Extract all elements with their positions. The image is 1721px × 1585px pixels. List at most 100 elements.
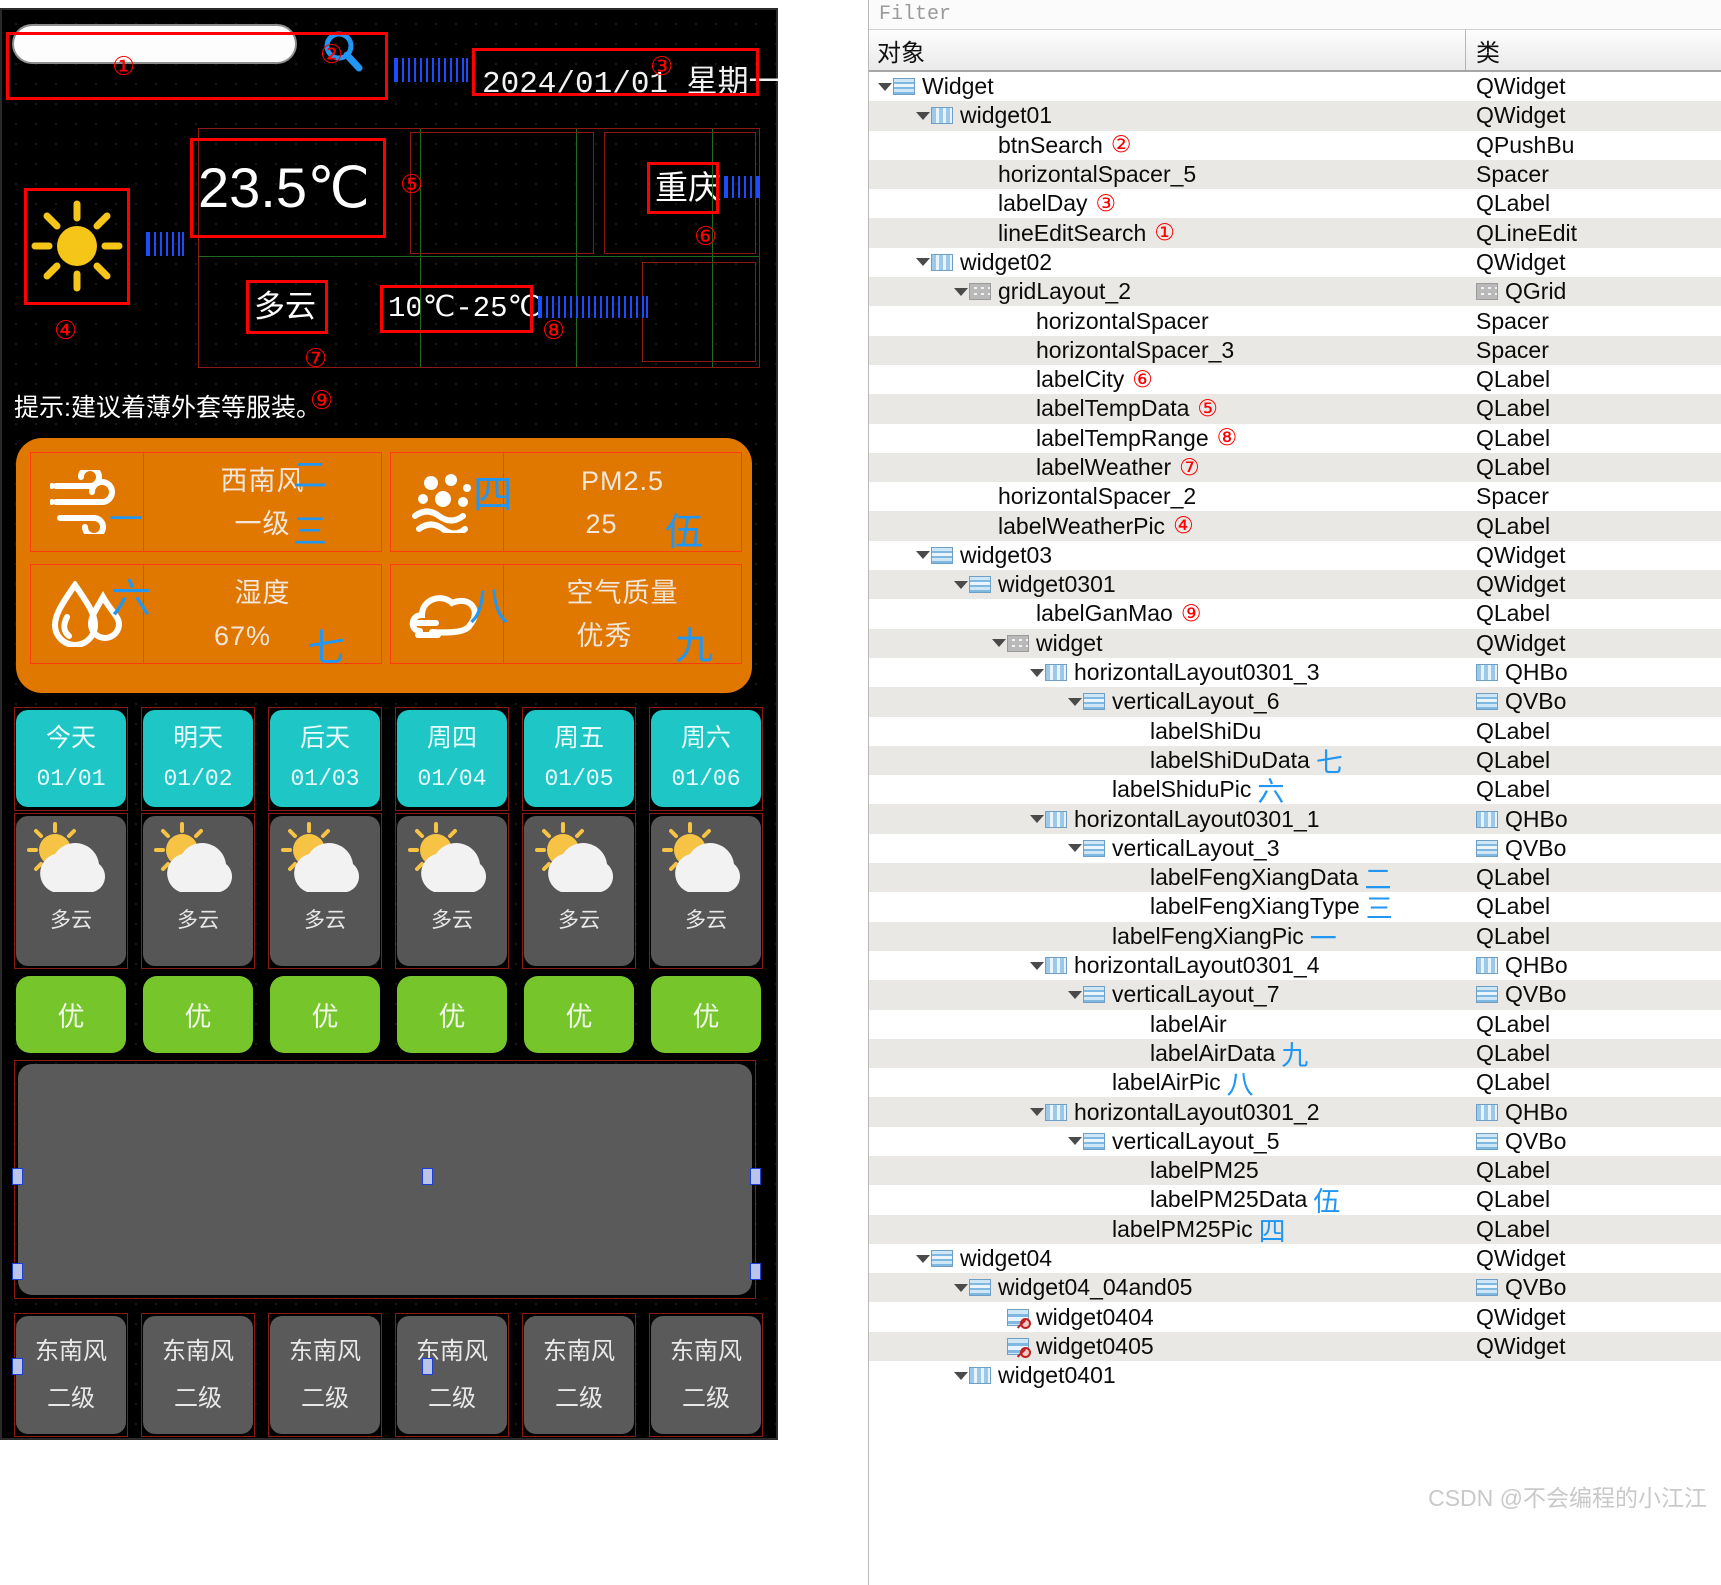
- object-tree[interactable]: Widget QWidget widget01 QWidget btnSearch ② QP…: [869, 72, 1721, 1585]
- chevron-down-icon[interactable]: [953, 1361, 969, 1390]
- chevron-down-icon[interactable]: [915, 1244, 931, 1273]
- tree-row[interactable]: labelTempData ⑤ QLabel: [869, 394, 1721, 424]
- tree-row[interactable]: horizontalSpacer Spacer: [869, 306, 1721, 335]
- tree-row[interactable]: Widget QWidget: [869, 72, 1721, 101]
- chevron-down-icon[interactable]: [1067, 980, 1083, 1009]
- chevron-down-icon[interactable]: [1029, 658, 1045, 687]
- tree-row[interactable]: labelShiDu QLabel: [869, 717, 1721, 746]
- tree-row[interactable]: horizontalLayout0301_3 QHBo: [869, 658, 1721, 687]
- tree-row[interactable]: widget QWidget: [869, 628, 1721, 658]
- tree-row[interactable]: labelAir QLabel: [869, 1010, 1721, 1039]
- tree-row[interactable]: widget04_04and05 QVBo: [869, 1273, 1721, 1303]
- tree-row[interactable]: labelFengXiangType 三 QLabel: [869, 892, 1721, 921]
- forecast-wind-card[interactable]: 东南风 二级: [270, 1316, 380, 1434]
- info-card-air-quality[interactable]: 八 空气质量 优秀 九: [390, 564, 742, 665]
- tree-row[interactable]: horizontalLayout0301_4 QHBo: [869, 951, 1721, 980]
- tree-row[interactable]: widget0404 QWidget: [869, 1302, 1721, 1331]
- tree-row[interactable]: labelShiduPic 六 QLabel: [869, 775, 1721, 804]
- forecast-wind-card[interactable]: 东南风 二级: [651, 1316, 761, 1434]
- forecast-quality-card[interactable]: 优: [397, 976, 507, 1053]
- resize-handle-bottom-left[interactable]: [12, 1358, 23, 1375]
- forecast-quality-card[interactable]: 优: [143, 976, 253, 1053]
- chevron-down-icon[interactable]: [991, 629, 1007, 658]
- chevron-down-icon[interactable]: [1029, 804, 1045, 833]
- chevron-down-icon[interactable]: [877, 72, 893, 101]
- chevron-down-icon[interactable]: [1029, 951, 1045, 980]
- tree-row[interactable]: horizontalSpacer_5 Spacer: [869, 159, 1721, 190]
- resize-handle-left[interactable]: [12, 1168, 23, 1185]
- tree-row[interactable]: gridLayout_2 QGrid: [869, 277, 1721, 307]
- forecast-quality-card[interactable]: 优: [16, 976, 126, 1053]
- chevron-down-icon[interactable]: [953, 277, 969, 306]
- tree-row[interactable]: labelPM25Data 伍 QLabel: [869, 1185, 1721, 1214]
- tree-row[interactable]: widget04 QWidget: [869, 1244, 1721, 1273]
- tree-row[interactable]: labelFengXiangPic 一 QLabel: [869, 921, 1721, 951]
- tree-row[interactable]: labelTempRange ⑧ QLabel: [869, 424, 1721, 453]
- tree-row[interactable]: labelWeather ⑦ QLabel: [869, 452, 1721, 483]
- chevron-down-icon[interactable]: [1067, 1127, 1083, 1156]
- tree-row[interactable]: widget02 QWidget: [869, 248, 1721, 277]
- resize-handle-middle[interactable]: [12, 1263, 23, 1280]
- forecast-day-card[interactable]: 周四 01/04: [397, 710, 507, 807]
- resize-handle-right-bottom[interactable]: [750, 1263, 761, 1280]
- tree-row[interactable]: labelFengXiangData 二 QLabel: [869, 863, 1721, 893]
- forecast-day-card[interactable]: 明天 01/02: [143, 710, 253, 807]
- forecast-weather-card[interactable]: 多云: [16, 816, 126, 966]
- forecast-quality-card[interactable]: 优: [270, 976, 380, 1053]
- forecast-day-card[interactable]: 今天 01/01: [16, 710, 126, 807]
- forecast-weather-card[interactable]: 多云: [270, 816, 380, 966]
- forecast-wind-card[interactable]: 东南风 二级: [397, 1316, 507, 1434]
- forecast-wind-card[interactable]: 东南风 二级: [524, 1316, 634, 1434]
- forecast-quality-card[interactable]: 优: [651, 976, 761, 1053]
- tree-row[interactable]: horizontalSpacer_3 Spacer: [869, 335, 1721, 365]
- forecast-weather-card[interactable]: 多云: [651, 816, 761, 966]
- forecast-weather-card[interactable]: 多云: [143, 816, 253, 966]
- tree-row[interactable]: labelAirData 九 QLabel: [869, 1038, 1721, 1069]
- chevron-down-icon[interactable]: [915, 248, 931, 277]
- tree-row[interactable]: labelGanMao ⑨ QLabel: [869, 599, 1721, 628]
- tree-row[interactable]: widget0301 QWidget: [869, 570, 1721, 600]
- temperature-chart-panel[interactable]: [18, 1064, 752, 1295]
- search-input[interactable]: [12, 24, 297, 64]
- forecast-wind-card[interactable]: 东南风 二级: [16, 1316, 126, 1434]
- tree-row[interactable]: labelPM25Pic 四 QLabel: [869, 1214, 1721, 1244]
- resize-handle-right[interactable]: [750, 1168, 761, 1185]
- tree-row[interactable]: horizontalLayout0301_2 QHBo: [869, 1097, 1721, 1127]
- chevron-down-icon[interactable]: [1067, 834, 1083, 863]
- filter-bar[interactable]: Filter: [869, 0, 1721, 30]
- chevron-down-icon[interactable]: [953, 570, 969, 599]
- resize-handle-top[interactable]: [422, 1168, 433, 1185]
- chevron-down-icon[interactable]: [953, 1273, 969, 1302]
- chevron-down-icon[interactable]: [915, 541, 931, 570]
- chevron-down-icon[interactable]: [1029, 1097, 1045, 1126]
- tree-row[interactable]: btnSearch ② QPushBu: [869, 131, 1721, 160]
- tree-row[interactable]: widget0405 QWidget: [869, 1331, 1721, 1362]
- chevron-down-icon[interactable]: [1067, 687, 1083, 716]
- info-card-wind[interactable]: 一 西南风 一级 二 三: [30, 452, 382, 552]
- tree-row[interactable]: verticalLayout_5 QVBo: [869, 1127, 1721, 1156]
- tree-row[interactable]: labelShiDuData 七 QLabel: [869, 745, 1721, 776]
- forecast-quality-card[interactable]: 优: [524, 976, 634, 1053]
- tree-row[interactable]: labelWeatherPic ④ QLabel: [869, 511, 1721, 541]
- tree-row[interactable]: verticalLayout_3 QVBo: [869, 834, 1721, 863]
- tree-row[interactable]: widget01 QWidget: [869, 101, 1721, 131]
- forecast-weather-card[interactable]: 多云: [397, 816, 507, 966]
- tree-row[interactable]: verticalLayout_6 QVBo: [869, 687, 1721, 717]
- tree-row[interactable]: labelCity ⑥ QLabel: [869, 365, 1721, 394]
- forecast-day-card[interactable]: 周六 01/06: [651, 710, 761, 807]
- tree-row[interactable]: widget0401: [869, 1361, 1721, 1390]
- tree-row[interactable]: labelAirPic 八 QLabel: [869, 1068, 1721, 1097]
- tree-row[interactable]: horizontalSpacer_2 Spacer: [869, 482, 1721, 511]
- info-card-humidity[interactable]: 六 湿度 67% 七: [30, 564, 382, 667]
- forecast-day-card[interactable]: 周五 01/05: [524, 710, 634, 807]
- tree-row[interactable]: verticalLayout_7 QVBo: [869, 980, 1721, 1010]
- resize-handle-bottom[interactable]: [422, 1358, 433, 1375]
- forecast-weather-card[interactable]: 多云: [524, 816, 634, 966]
- forecast-wind-card[interactable]: 东南风 二级: [143, 1316, 253, 1434]
- tree-row[interactable]: lineEditSearch ① QLineEdit: [869, 218, 1721, 248]
- tree-row[interactable]: labelPM25 QLabel: [869, 1155, 1721, 1186]
- chevron-down-icon[interactable]: [915, 101, 931, 130]
- tree-row[interactable]: widget03 QWidget: [869, 541, 1721, 570]
- info-card-pm25[interactable]: 四 PM2.5 25 伍: [390, 452, 742, 552]
- forecast-day-card[interactable]: 后天 01/03: [270, 710, 380, 807]
